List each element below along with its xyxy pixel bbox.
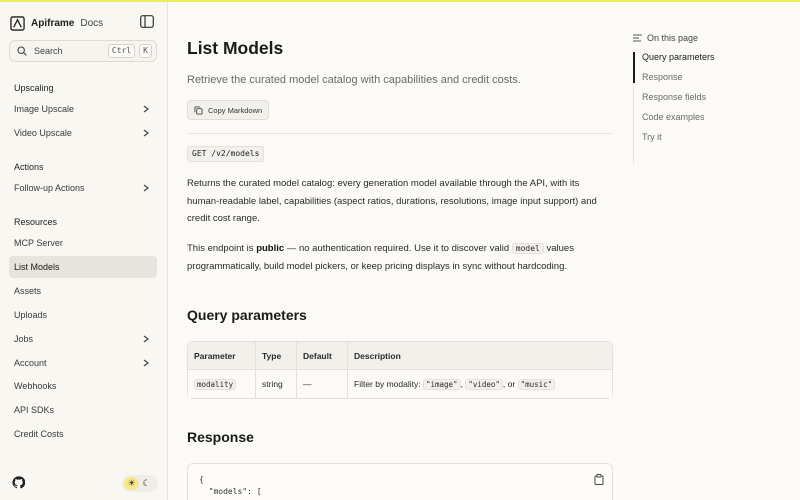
column-header: Default	[297, 342, 348, 370]
copy-icon	[194, 105, 203, 115]
page-description: Retrieve the curated model catalog with …	[187, 74, 521, 86]
sidebar-item-assets[interactable]: Assets	[9, 280, 157, 302]
theme-toggle[interactable]: ☀ ☾	[122, 475, 158, 492]
value-code: "video"	[465, 379, 503, 390]
endpoint-badge: GET /v2/models	[187, 146, 265, 162]
intro-paragraph: Returns the curated model catalog: every…	[187, 178, 597, 224]
github-icon[interactable]	[12, 476, 25, 489]
sidebar-item-label: Image Upscale	[14, 104, 75, 114]
search-button[interactable]: Search Ctrl K	[9, 40, 157, 62]
response-code-block: { "models": [ {	[187, 463, 613, 500]
toc-list: Query parameters Response Response field…	[633, 52, 773, 164]
shortcut-key-k: K	[139, 44, 152, 58]
table-cell: string	[256, 370, 297, 398]
column-header: Parameter	[188, 342, 256, 370]
divider	[187, 133, 613, 134]
brand[interactable]: Apiframe Docs	[10, 14, 103, 32]
copy-markdown-label: Copy Markdown	[208, 105, 263, 115]
public-paragraph: This endpoint is public — no authenticat…	[187, 243, 574, 272]
toc-item-response[interactable]: Response	[642, 72, 683, 82]
brand-name: Apiframe	[31, 17, 75, 29]
chevron-right-icon	[143, 335, 149, 343]
sidebar-item-mcp-server[interactable]: MCP Server	[9, 232, 157, 254]
code-line: {	[199, 475, 204, 484]
page-title: List Models	[187, 38, 284, 58]
nav-group-title: Resources	[14, 217, 58, 227]
sidebar-item-uploads[interactable]: Uploads	[9, 304, 157, 326]
sidebar-item-label: API SDKs	[14, 405, 55, 415]
sidebar-item-label: Video Upscale	[14, 128, 72, 138]
sidebar-item-label: Assets	[14, 286, 42, 296]
value-code: "music"	[517, 379, 556, 390]
table-of-contents: On this page Query parameters Response R…	[633, 32, 793, 164]
shortcut-key-ctrl: Ctrl	[107, 44, 136, 58]
table-cell: Filter by modality: "image", "video", or…	[348, 370, 612, 398]
sidebar-item-api-sdks[interactable]: API SDKs	[9, 399, 157, 421]
sidebar-item-jobs[interactable]: Jobs	[9, 328, 157, 350]
sidebar-item-credit-costs[interactable]: Credit Costs	[9, 423, 157, 445]
copy-icon[interactable]	[594, 474, 604, 485]
model-code: model	[511, 243, 544, 254]
sidebar-item-label: Account	[14, 358, 47, 368]
query-parameters-heading: Query parameters	[187, 307, 307, 323]
chevron-right-icon	[143, 129, 149, 137]
param-name: modality	[194, 379, 237, 390]
sidebar-item-label: Webhooks	[14, 381, 57, 391]
value-code: "image"	[422, 379, 461, 390]
sidebar-item-list-models[interactable]: List Models	[9, 256, 157, 278]
chevron-right-icon	[143, 184, 149, 192]
sidebar-item-webhooks[interactable]: Webhooks	[9, 375, 157, 397]
toc-item-response-fields[interactable]: Response fields	[642, 92, 706, 102]
code-line: "models": [	[199, 487, 262, 496]
table-cell: modality	[188, 370, 256, 398]
column-header: Description	[348, 342, 612, 370]
toc-active-marker	[633, 52, 635, 83]
apiframe-logo-icon	[10, 15, 25, 31]
toc-item-query-parameters[interactable]: Query parameters	[642, 52, 715, 62]
search-label: Search	[34, 46, 63, 56]
nav-group-title: Upscaling	[14, 83, 54, 93]
sidebar-item-label: Jobs	[14, 334, 34, 344]
moon-icon[interactable]: ☾	[139, 477, 154, 490]
sidebar-item-label: Credit Costs	[14, 429, 64, 439]
sidebar-item-label: Uploads	[14, 310, 48, 320]
sun-icon[interactable]: ☀	[124, 477, 139, 490]
response-heading: Response	[187, 429, 254, 445]
search-icon	[17, 46, 27, 56]
sidebar-item-follow-up-actions[interactable]: Follow-up Actions	[9, 177, 157, 199]
toc-item-code-examples[interactable]: Code examples	[642, 112, 705, 122]
sidebar-item-label: Follow-up Actions	[14, 183, 85, 193]
toc-title: On this page	[647, 33, 699, 43]
sidebar-toggle-icon[interactable]	[140, 15, 154, 28]
table-row: modality string — Filter by modality: "i…	[188, 370, 612, 398]
brand-section: Docs	[80, 17, 104, 29]
parameters-table: Parameter Type Default Description modal…	[187, 341, 613, 399]
toc-header: On this page	[633, 32, 793, 44]
list-icon	[633, 34, 642, 42]
sidebar-item-label: List Models	[14, 262, 60, 272]
sidebar: Apiframe Docs Search Ctrl K Upscaling Im…	[0, 2, 168, 500]
public-emphasis: public	[256, 243, 285, 254]
toc-item-try-it[interactable]: Try it	[642, 132, 662, 142]
column-header: Type	[256, 342, 297, 370]
sidebar-item-label: MCP Server	[14, 238, 63, 248]
chevron-right-icon	[143, 359, 149, 367]
table-cell: —	[297, 370, 348, 398]
nav-group-title: Actions	[14, 162, 44, 172]
sidebar-item-image-upscale[interactable]: Image Upscale	[9, 98, 157, 120]
chevron-right-icon	[143, 105, 149, 113]
sidebar-item-account[interactable]: Account	[9, 352, 157, 374]
copy-markdown-button[interactable]: Copy Markdown	[187, 100, 270, 120]
sidebar-item-video-upscale[interactable]: Video Upscale	[9, 122, 157, 144]
